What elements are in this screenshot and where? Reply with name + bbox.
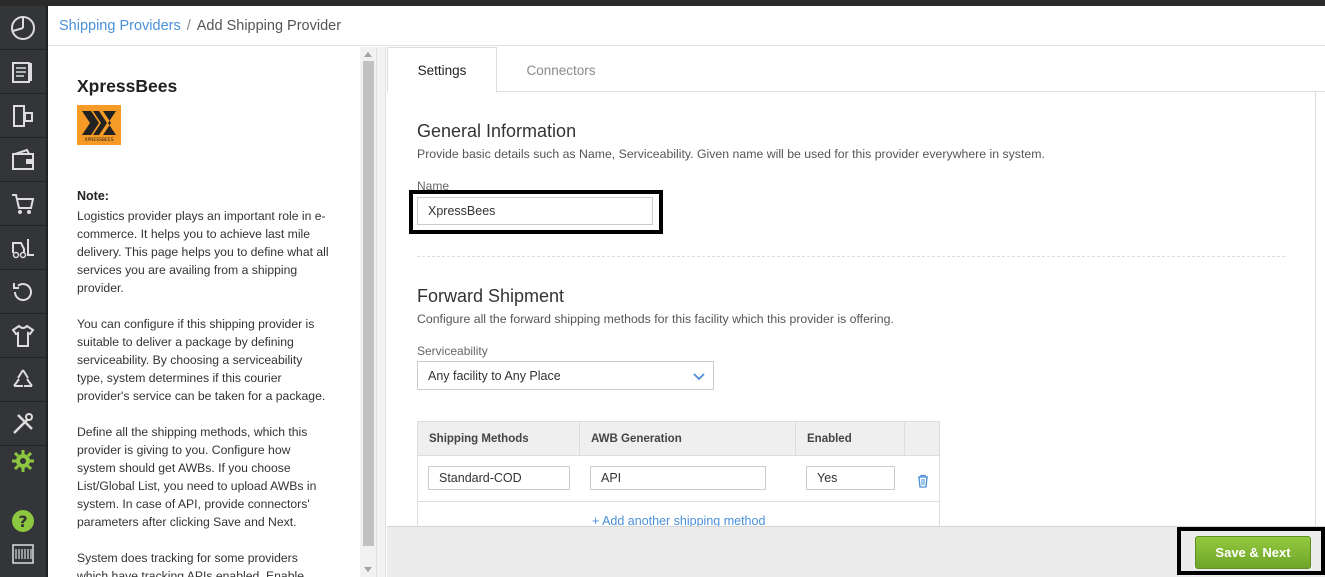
serviceability-label: Serviceability [417,344,488,358]
provider-logo: XPRESSBEES [77,105,121,145]
note-paragraph: You can configure if this shipping provi… [77,317,326,403]
nav-dashboard[interactable] [0,6,46,50]
breadcrumb-current: Add Shipping Provider [196,17,342,34]
note-paragraph: Define all the shipping methods, which t… [77,425,317,529]
provider-info-panel: XpressBees XPRESSBEES Note: Logistics pr… [48,47,360,577]
xpressbees-logo-icon: XPRESSBEES [82,111,116,143]
forward-shipment-title: Forward Shipment [417,286,565,306]
nav-recycle[interactable] [0,358,46,402]
save-next-button[interactable]: Save & Next [1195,536,1311,569]
recycle-icon [13,368,33,387]
note-title: Note: [77,189,109,203]
general-info-title: General Information [417,121,577,141]
forklift-icon [12,238,34,258]
tab-settings[interactable]: Settings [387,47,497,93]
breadcrumb-parent-link[interactable]: Shipping Providers [59,18,181,34]
settings-icon [12,450,34,472]
tab-bar: Settings Connectors [387,47,1325,93]
trash-icon[interactable] [916,474,930,488]
nav-help[interactable]: ? [0,506,46,536]
orders-icon [12,61,32,83]
left-nav-rail: ? [0,6,46,577]
section-divider [417,256,1285,257]
panel-divider [376,47,386,577]
returns-icon [13,104,33,127]
column-header-awb-generation: AWB Generation [580,422,796,456]
dashboard-icon [11,15,35,40]
svg-text:XPRESSBEES: XPRESSBEES [84,137,113,143]
cart-icon [12,193,35,214]
enabled-input[interactable]: Yes [806,466,895,490]
info-panel-scrollbar[interactable] [360,47,376,577]
nav-orders[interactable] [0,50,46,94]
table-row-divider [418,501,939,502]
tools-icon [13,412,33,434]
nav-refresh[interactable] [0,270,46,314]
awb-generation-input[interactable]: API [590,466,766,490]
shirt-icon [11,324,35,347]
nav-catalog[interactable] [0,314,46,358]
help-icon: ? [12,510,34,532]
scroll-thumb[interactable] [363,61,374,546]
chevron-down-icon [693,373,705,381]
note-paragraph: Logistics provider plays an important ro… [77,209,329,295]
wallet-icon [12,148,34,170]
shipping-method-input[interactable]: Standard-COD [428,466,570,490]
tab-connectors[interactable]: Connectors [497,47,625,93]
barcode-icon [12,544,34,564]
scroll-down-icon[interactable] [364,567,372,572]
note-paragraph: System does tracking for some providers … [77,551,304,577]
serviceability-select[interactable]: Any facility to Any Place [417,361,714,390]
nav-cart[interactable] [0,182,46,226]
nav-wallet[interactable] [0,138,46,182]
nav-barcode[interactable] [0,534,46,574]
table-header-row: Shipping Methods AWB Generation Enabled [418,422,939,456]
forward-shipment-description: Configure all the forward shipping metho… [417,312,894,326]
svg-text:?: ? [18,512,27,531]
app-root: ? Shipping Providers / Add Shipping Prov… [0,0,1325,577]
breadcrumb-separator: / [186,17,191,34]
scroll-up-icon[interactable] [364,52,372,57]
nav-settings[interactable] [0,446,46,476]
name-input[interactable]: XpressBees [417,197,653,225]
refresh-icon [13,282,32,301]
shipping-methods-table: Shipping Methods AWB Generation Enabled … [417,421,940,531]
breadcrumb: Shipping Providers / Add Shipping Provid… [48,6,1325,46]
column-header-shipping-methods: Shipping Methods [418,422,580,456]
nav-returns[interactable] [0,94,46,138]
provider-name-heading: XpressBees [77,76,178,96]
nav-tools[interactable] [0,402,46,446]
serviceability-value: Any facility to Any Place [428,368,561,383]
column-header-enabled: Enabled [796,422,905,456]
nav-forklift[interactable] [0,226,46,270]
general-info-description: Provide basic details such as Name, Serv… [417,147,1045,161]
